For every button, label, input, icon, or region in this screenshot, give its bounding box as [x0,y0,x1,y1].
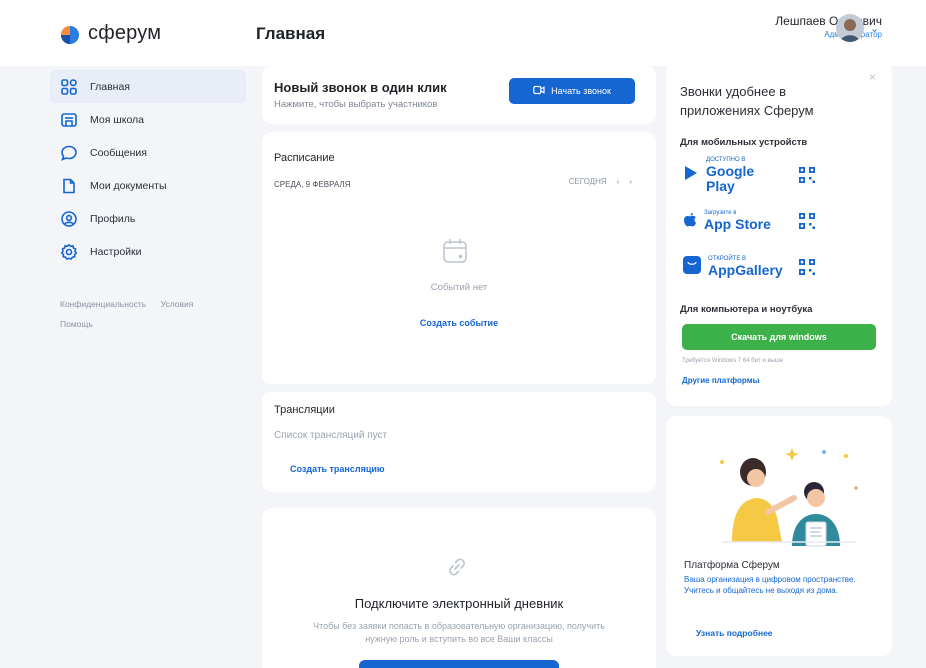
chat-icon [60,144,78,162]
start-call-button[interactable]: Начать звонок [509,78,635,104]
chevron-right-icon[interactable]: › [629,177,632,186]
chevron-left-icon[interactable]: ‹ [617,177,620,186]
logo-text: сферум [88,22,162,44]
footer-links: Конфиденциальность Условия Помощь [60,294,205,334]
schedule-card: Расписание СРЕДА, 9 ФЕВРАЛЯ СЕГОДНЯ ‹ › … [262,132,656,384]
profile-icon [60,210,78,228]
call-subtitle[interactable]: Нажмите, чтобы выбрать участников [274,99,437,110]
sidebar-item-documents[interactable]: Мои документы [50,169,246,202]
call-title: Новый звонок в один клик [274,80,447,95]
sidebar: Главная Моя школа Сообщения Мои документ… [50,70,246,268]
streams-empty-text: Список трансляций пуст [274,430,388,441]
home-grid-icon [60,78,78,96]
other-platforms-link[interactable]: Другие платформы [682,376,759,385]
sidebar-item-label: Главная [90,80,130,93]
schedule-nav: СЕГОДНЯ ‹ › [569,177,632,186]
pc-label: Для компьютера и ноутбука [680,304,813,315]
no-events-text: Событий нет [430,282,488,293]
documents-icon [60,177,78,195]
platform-card: Платформа Сферум Ваша организация в цифр… [666,416,892,656]
qr-code-icon[interactable] [798,212,816,230]
appgallery-big: AppGallery [708,262,783,278]
sidebar-item-label: Моя школа [90,113,145,126]
schedule-date: СРЕДА, 9 ФЕВРАЛЯ [274,180,351,189]
calendar-icon [440,236,470,266]
sidebar-item-label: Профиль [90,212,136,225]
terms-link[interactable]: Условия [161,299,194,309]
page-title: Главная [256,24,326,43]
close-icon[interactable]: × [869,70,876,84]
apple-icon [682,210,698,233]
sidebar-item-profile[interactable]: Профиль [50,202,246,235]
create-event-link[interactable]: Создать событие [262,318,656,328]
new-call-card: Новый звонок в один клик Нажмите, чтобы … [262,66,656,124]
diary-description: Чтобы без заявки попасть в образовательн… [313,621,605,644]
apps-promo-card: × Звонки удобнее в приложениях Сферум Дл… [666,62,892,406]
help-link[interactable]: Помощь [60,319,93,329]
sidebar-item-home[interactable]: Главная [50,70,246,103]
diary-title: Подключите электронный дневник [354,596,564,611]
privacy-link[interactable]: Конфиденциальность [60,299,146,309]
user-name: Лешпаев Олегович [775,14,882,28]
create-stream-link[interactable]: Создать трансляцию [290,464,385,474]
people-illustration [706,442,866,554]
user-info[interactable]: Лешпаев Олегович Администратор [775,14,882,39]
appgallery-icon [682,255,702,280]
qr-code-icon[interactable] [798,258,816,276]
appgallery-badge[interactable]: ОТКРОЙТЕ В AppGallery [682,250,783,284]
sferum-logo-icon [58,23,80,45]
avatar[interactable] [836,14,864,42]
streams-title: Трансляции [274,404,335,416]
settings-icon [60,243,78,261]
user-role: Администратор [775,30,882,39]
mobile-label: Для мобильных устройств [680,137,808,148]
sidebar-item-settings[interactable]: Настройки [50,235,246,268]
sferum-logo[interactable]: сферум [58,22,161,45]
google-play-icon [682,164,700,187]
diary-card: Подключите электронный дневник Чтобы без… [262,508,656,668]
google-play-big: Google Play [706,162,755,194]
sidebar-item-label: Мои документы [90,179,167,192]
streams-card: Трансляции Список трансляций пуст Создат… [262,392,656,492]
app-store-big: App Store [704,216,771,232]
google-play-badge[interactable]: ДОСТУПНО В Google Play [682,157,782,194]
apps-title: Звонки удобнее в приложениях Сферум [680,84,814,118]
platform-title: Платформа Сферум [684,560,780,571]
sidebar-item-label: Настройки [90,245,142,258]
schedule-title: Расписание [274,152,335,164]
sidebar-item-label: Сообщения [90,146,147,159]
download-windows-button[interactable]: Скачать для windows [682,324,876,350]
chevron-down-icon[interactable]: ⌄ [870,22,879,35]
windows-requirement: Требуется Windows 7 64 бит и выше [682,358,784,364]
connect-diary-button[interactable] [359,660,559,668]
link-icon [442,552,472,582]
learn-more-link[interactable]: Узнать подробнее [696,628,773,638]
sidebar-item-school[interactable]: Моя школа [50,103,246,136]
app-store-badge[interactable]: Загрузите в App Store [682,204,782,238]
today-button[interactable]: СЕГОДНЯ [569,177,607,186]
top-header: сферум Главная Лешпаев Олегович Админист… [0,0,926,66]
start-call-label: Начать звонок [551,86,611,96]
sidebar-item-messages[interactable]: Сообщения [50,136,246,169]
school-icon [60,111,78,129]
platform-description: Ваша организация в цифровом пространстве… [684,575,856,595]
video-camera-icon [533,85,545,97]
qr-code-icon[interactable] [798,166,816,184]
